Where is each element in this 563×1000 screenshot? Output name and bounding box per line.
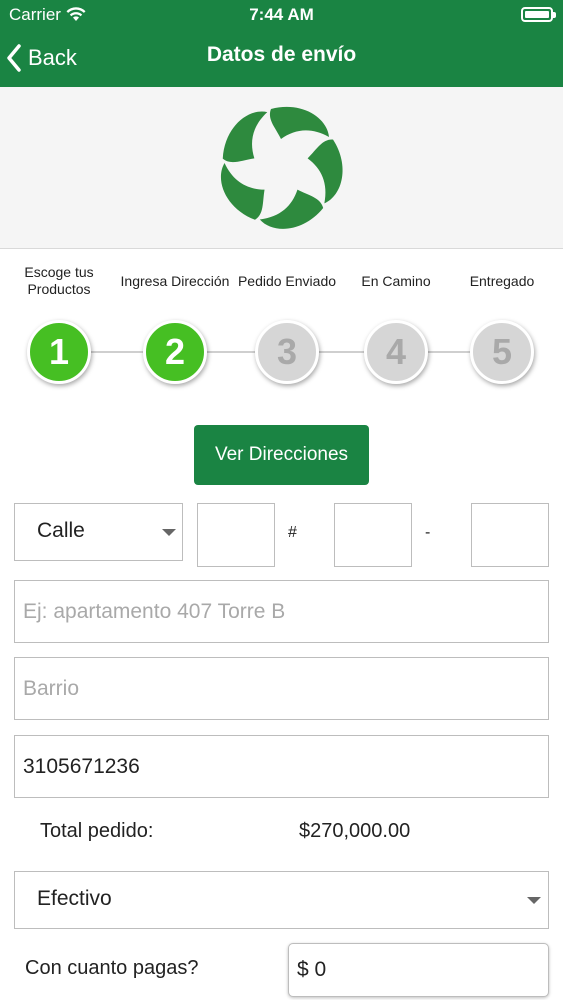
navigation-bar: Back Datos de envío [0, 30, 563, 87]
step-number: 2 [143, 320, 207, 384]
leaf-logo-icon [221, 106, 343, 229]
step-5: Entregado 5 [447, 250, 557, 384]
street-type-value: Calle [37, 519, 85, 542]
cash-amount-label: Con cuanto pagas? [25, 957, 199, 979]
cross-number-input[interactable] [335, 504, 411, 566]
street-number-field[interactable] [197, 503, 275, 567]
step-4: En Camino 4 [341, 250, 451, 384]
step-label: Escoge tus Productos [24, 264, 94, 297]
progress-steps: Escoge tus Productos 1 Ingresa Dirección… [0, 250, 563, 400]
step-3: Pedido Enviado 3 [232, 250, 342, 384]
street-type-select[interactable]: Calle [14, 503, 183, 561]
dropdown-caret-icon [162, 529, 176, 536]
battery-icon [521, 7, 556, 22]
step-label: Ingresa Dirección [120, 272, 230, 289]
step-number: 4 [364, 320, 428, 384]
step-number: 5 [470, 320, 534, 384]
ver-direcciones-button[interactable]: Ver Direcciones [194, 425, 369, 485]
logo-banner [0, 87, 563, 249]
payment-method-select[interactable]: Efectivo [14, 871, 549, 929]
phone-input[interactable] [15, 736, 548, 797]
status-bar: Carrier 7:44 AM [0, 0, 563, 30]
cross-number-field[interactable] [334, 503, 412, 567]
step-label: Entregado [469, 272, 535, 289]
total-value: $270,000.00 [299, 820, 411, 842]
barrio-input[interactable] [15, 658, 548, 719]
step-number: 1 [27, 320, 91, 384]
hash-separator: # [288, 524, 297, 541]
house-number-field[interactable] [471, 503, 549, 567]
address-detail-input[interactable] [15, 581, 548, 642]
dash-separator: - [425, 524, 431, 541]
page-title: Datos de envío [206, 43, 357, 66]
dropdown-caret-icon [527, 897, 541, 904]
status-time: 7:44 AM [249, 5, 314, 24]
payment-method-value: Efectivo [37, 887, 112, 910]
address-detail-field[interactable] [14, 580, 549, 643]
cash-amount-input[interactable] [289, 944, 548, 996]
total-label: Total pedido: [40, 820, 154, 842]
step-label: Pedido Enviado [237, 272, 337, 289]
cash-amount-field[interactable] [288, 943, 549, 997]
step-1: Escoge tus Productos 1 [4, 250, 114, 384]
step-label: En Camino [361, 272, 431, 289]
barrio-field[interactable] [14, 657, 549, 720]
street-number-input[interactable] [198, 504, 274, 566]
house-number-input[interactable] [472, 504, 548, 566]
step-2: Ingresa Dirección 2 [120, 250, 230, 384]
step-number: 3 [255, 320, 319, 384]
phone-field[interactable] [14, 735, 549, 798]
